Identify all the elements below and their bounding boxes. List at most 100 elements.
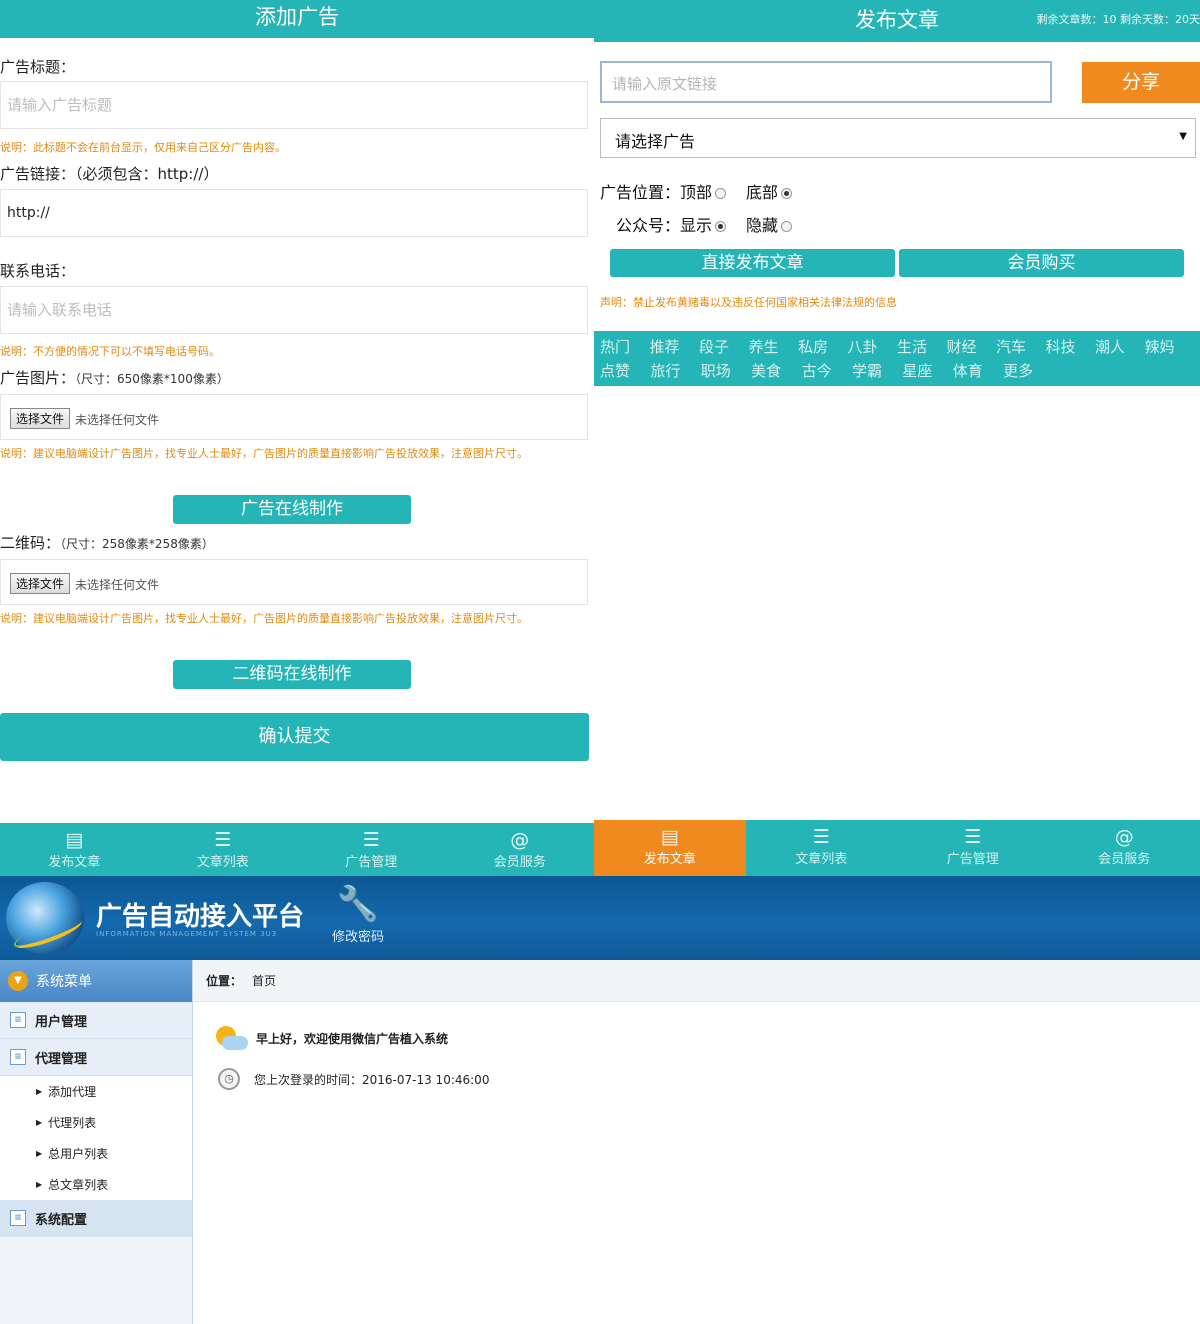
pos-top-label: 顶部: [680, 183, 713, 202]
tab-label: 发布文章: [643, 852, 696, 867]
submenu-all-users[interactable]: ▶ 总用户列表: [0, 1138, 192, 1169]
submenu-add-agent[interactable]: ▶ 添加代理: [0, 1076, 192, 1107]
tab-article-list[interactable]: ☰ 文章列表: [746, 820, 898, 876]
admin-panel: 广告自动接入平台 INFORMATION MANAGEMENT SYSTEM 3…: [0, 876, 1200, 1324]
article-url-input[interactable]: 请输入原文链接: [600, 61, 1052, 103]
submenu-all-articles[interactable]: ▶ 总文章列表: [0, 1169, 192, 1200]
publish-direct-button[interactable]: 直接发布文章: [610, 249, 895, 277]
tab-label: 文章列表: [196, 855, 249, 870]
publish-article-panel: 发布文章 剩余文章数：10 剩余天数：20天 请输入原文链接 分享 请选择广告 …: [594, 0, 1200, 876]
image-note: 说明：建议电脑端设计广告图片，找专业人士最好，广告图片的质量直接影响广告投放效果…: [0, 447, 528, 460]
member-buy-button[interactable]: 会员购买: [899, 249, 1184, 277]
category-link[interactable]: 职场: [701, 360, 751, 384]
last-login-text: 您上次登录的时间：2016-07-13 10:46:00: [254, 1072, 490, 1087]
category-link[interactable]: 星座: [902, 360, 952, 384]
ad-link-input[interactable]: http://: [0, 189, 588, 237]
category-link[interactable]: 热门: [600, 336, 650, 360]
breadcrumb: 位置： 首页: [193, 960, 1200, 1002]
sidebar-item-agent-management[interactable]: ≡ 代理管理: [0, 1039, 192, 1076]
category-link[interactable]: 养生: [749, 336, 799, 360]
image-label: 广告图片：（尺寸：650像素*100像素）: [0, 367, 229, 388]
add-ad-panel: 添加广告 广告标题： 请输入广告标题 说明：此标题不会在前台显示，仅用来自己区分…: [0, 0, 594, 876]
dropdown-arrow-icon: ▼: [1179, 131, 1187, 142]
ad-online-make-button[interactable]: 广告在线制作: [173, 495, 411, 524]
category-link[interactable]: 生活: [897, 336, 947, 360]
tab-publish-article[interactable]: ▤ 发布文章: [594, 820, 746, 876]
sidebar-item-label: 用户管理: [35, 1014, 88, 1030]
document-icon: ▤: [65, 829, 84, 851]
phone-input[interactable]: 请输入联系电话: [0, 286, 588, 334]
image-no-file-text: 未选择任何文件: [75, 413, 160, 427]
tab-member-service[interactable]: @ 会员服务: [446, 823, 595, 876]
tab-article-list[interactable]: ☰ 文章列表: [149, 823, 298, 876]
category-link[interactable]: 古今: [802, 360, 852, 384]
tab-label: 广告管理: [946, 852, 999, 867]
sidebar-item-user-management[interactable]: ≡ 用户管理: [0, 1002, 192, 1039]
category-row-2: 点赞 旅行 职场 美食 古今 学霸 星座 体育 更多: [600, 360, 1194, 384]
category-link[interactable]: 点赞: [600, 360, 650, 384]
show-radio[interactable]: [715, 221, 727, 232]
sidebar-header: ▼ 系统菜单: [0, 960, 192, 1002]
tab-label: 文章列表: [795, 852, 848, 867]
qr-label: 二维码：（尺寸：258像素*258像素）: [0, 532, 214, 553]
add-ad-header: 添加广告: [0, 0, 594, 38]
position-label: 广告位置：: [600, 183, 681, 202]
at-icon: @: [510, 829, 530, 851]
category-link[interactable]: 更多: [1003, 360, 1053, 384]
caret-right-icon: ▶: [36, 1087, 43, 1096]
ad-title-input[interactable]: 请输入广告标题: [0, 81, 588, 129]
weather-sun-icon: [214, 1024, 248, 1052]
category-link[interactable]: 段子: [699, 336, 749, 360]
tab-publish-article[interactable]: ▤ 发布文章: [0, 823, 149, 876]
sidebar-item-system-config[interactable]: ≡ 系统配置: [0, 1200, 192, 1237]
right-tab-bar: ▤ 发布文章 ☰ 文章列表 ☰ 广告管理 @ 会员服务: [594, 820, 1200, 876]
tab-ad-management[interactable]: ☰ 广告管理: [897, 820, 1049, 876]
category-link[interactable]: 八卦: [848, 336, 898, 360]
share-button[interactable]: 分享: [1082, 62, 1200, 103]
pos-top-radio[interactable]: [715, 188, 727, 199]
category-link[interactable]: 美食: [751, 360, 801, 384]
breadcrumb-home[interactable]: 首页: [252, 974, 276, 988]
tab-label: 发布文章: [48, 855, 101, 870]
qr-online-make-button[interactable]: 二维码在线制作: [173, 660, 411, 689]
category-link[interactable]: 推荐: [650, 336, 700, 360]
category-bar: 热门 推荐 段子 养生 私房 八卦 生活 财经 汽车 科技 潮人 辣妈 点赞 旅行 职场 美食 古今 学霸 星座体…: [594, 331, 1200, 386]
tab-ad-management[interactable]: ☰ 广告管理: [297, 823, 446, 876]
ad-title-note: 说明：此标题不会在前台显示，仅用来自己区分广告内容。: [0, 141, 286, 154]
sidebar: ▼ 系统菜单 ≡ 用户管理 ≡ 代理管理 ▶ 添加代理 ▶ 代理列表 ▶ 总用户列表 ▶ 总…: [0, 960, 193, 1324]
agent-submenu: ▶ 添加代理 ▶ 代理列表 ▶ 总用户列表 ▶ 总文章列表: [0, 1076, 192, 1200]
category-link[interactable]: 私房: [798, 336, 848, 360]
category-row-1: 热门 推荐 段子 养生 私房 八卦 生活 财经 汽车 科技 潮人 辣妈: [600, 336, 1194, 360]
change-password-button[interactable]: 🔧 修改密码: [328, 882, 388, 945]
tools-icon: 🔧: [336, 884, 380, 924]
qr-size: （尺寸：258像素*258像素）: [60, 537, 214, 551]
ad-select[interactable]: 请选择广告 ▼: [600, 118, 1196, 158]
submit-button[interactable]: 确认提交: [0, 713, 589, 761]
qr-label-text: 二维码：: [0, 534, 61, 552]
image-choose-file-button[interactable]: 选择文件: [10, 408, 71, 429]
tab-member-service[interactable]: @ 会员服务: [1049, 820, 1200, 876]
category-link[interactable]: 旅行: [650, 360, 700, 384]
submenu-agent-list[interactable]: ▶ 代理列表: [0, 1107, 192, 1138]
qr-note: 说明：建议电脑端设计广告图片，找专业人士最好，广告图片的质量直接影响广告投放效果…: [0, 612, 528, 625]
category-link[interactable]: 辣妈: [1145, 336, 1195, 360]
category-link[interactable]: 汽车: [996, 336, 1046, 360]
ad-position-row: 广告位置：顶部 底部: [600, 179, 812, 203]
qr-choose-file-button[interactable]: 选择文件: [10, 573, 71, 594]
publish-title: 发布文章: [855, 8, 939, 32]
change-password-label: 修改密码: [331, 930, 384, 945]
tab-label: 会员服务: [1098, 852, 1151, 867]
pos-bottom-label: 底部: [746, 183, 779, 202]
category-link[interactable]: 科技: [1046, 336, 1096, 360]
pos-bottom-radio[interactable]: [781, 188, 793, 199]
remaining-stats: 剩余文章数：10 剩余天数：20天: [1036, 13, 1200, 26]
platform-subtitle: INFORMATION MANAGEMENT SYSTEM 3U3: [96, 930, 278, 938]
list-icon: ☰: [964, 826, 982, 848]
hide-radio[interactable]: [781, 221, 793, 232]
category-link[interactable]: 体育: [953, 360, 1003, 384]
category-link[interactable]: 潮人: [1095, 336, 1145, 360]
category-link[interactable]: 学霸: [852, 360, 902, 384]
image-label-text: 广告图片：: [0, 369, 76, 387]
category-link[interactable]: 财经: [947, 336, 997, 360]
submenu-label: 总用户列表: [48, 1147, 109, 1161]
